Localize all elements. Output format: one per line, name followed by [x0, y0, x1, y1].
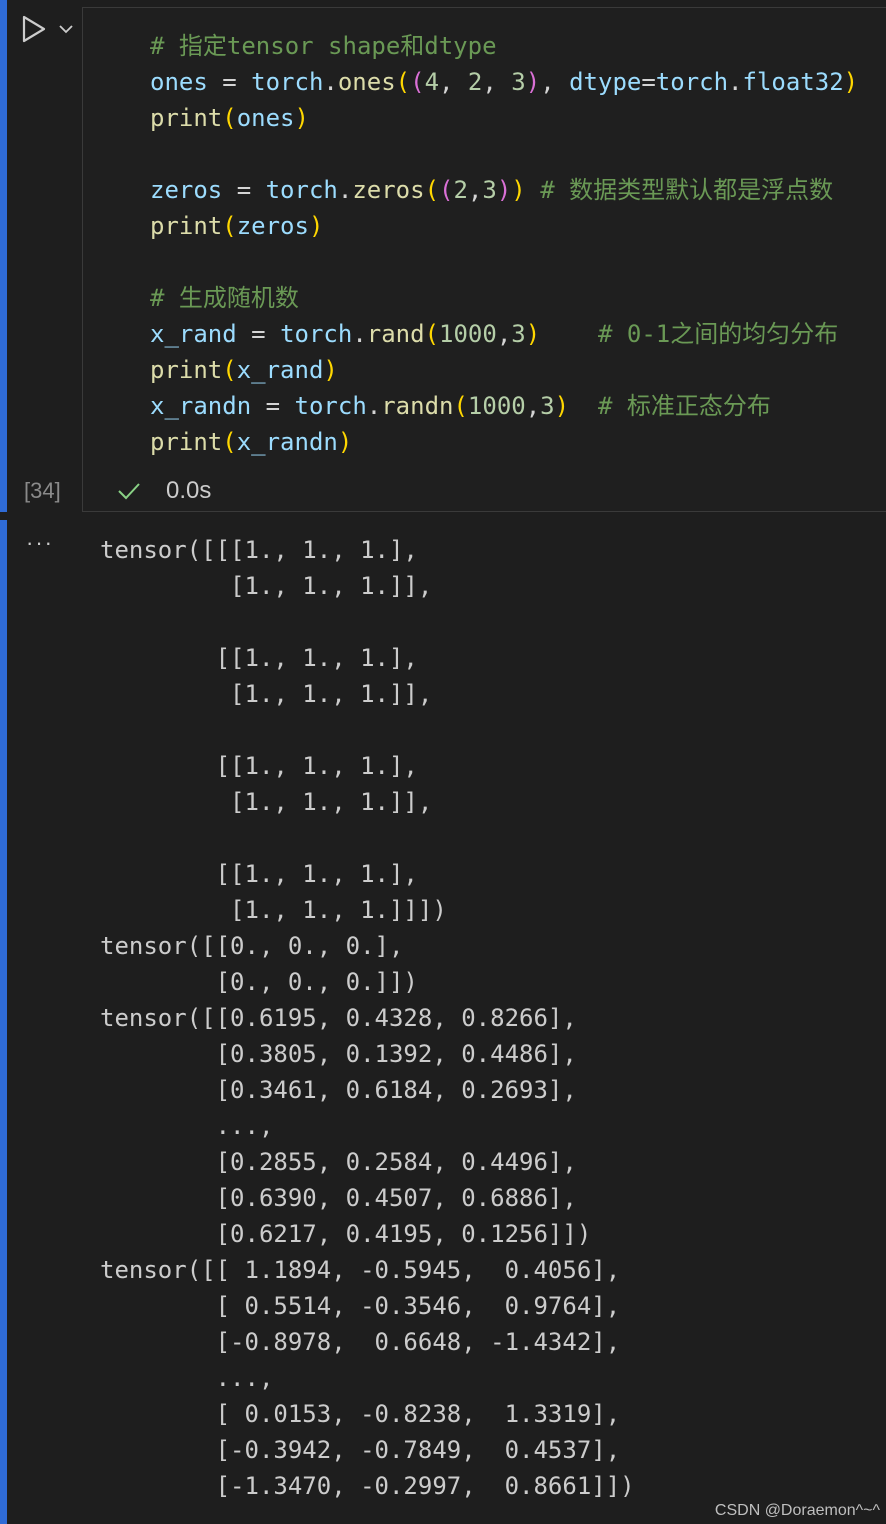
code-line: # 生成随机数	[150, 284, 299, 312]
code-line: print(x_rand)	[150, 356, 338, 384]
code-line: x_rand = torch.rand(1000,3) # 0-1之间的均匀分布	[150, 320, 839, 348]
code-line: print(x_randn)	[150, 428, 353, 456]
output-line: tensor([[ 1.1894, -0.5945, 0.4056],	[100, 1256, 621, 1284]
output-line: [0.3805, 0.1392, 0.4486],	[100, 1040, 577, 1068]
cell-output: tensor([[[1., 1., 1.], [1., 1., 1.]], [[…	[100, 532, 635, 1504]
execution-time: 0.0s	[166, 477, 212, 504]
output-line: [1., 1., 1.]]])	[100, 896, 447, 924]
cell-bar-separator	[0, 512, 7, 520]
output-line: [[1., 1., 1.],	[100, 860, 418, 888]
output-line: [0.6217, 0.4195, 0.1256]])	[100, 1220, 592, 1248]
code-line: # 指定tensor shape和dtype	[150, 32, 497, 60]
run-cell-icon[interactable]	[20, 14, 48, 44]
execution-count: [34]	[24, 478, 61, 503]
output-more-actions-button[interactable]: ···	[26, 530, 54, 556]
watermark: CSDN @Doraemon^~^	[714, 1502, 880, 1519]
output-line: [0.2855, 0.2584, 0.4496],	[100, 1148, 577, 1176]
code-line: print(zeros)	[150, 212, 324, 240]
output-line: [1., 1., 1.]],	[100, 680, 433, 708]
output-line: [1., 1., 1.]],	[100, 788, 433, 816]
code-content[interactable]: # 指定tensor shape和dtype ones = torch.ones…	[150, 28, 858, 460]
output-line: [[1., 1., 1.],	[100, 644, 418, 672]
output-line: ...,	[100, 1364, 274, 1392]
code-line: print(ones)	[150, 104, 309, 132]
chevron-down-icon[interactable]	[57, 20, 75, 38]
output-line: [[1., 1., 1.],	[100, 752, 418, 780]
code-line: zeros = torch.zeros((2,3)) # 数据类型默认都是浮点数	[150, 176, 834, 204]
output-line: ...,	[100, 1112, 274, 1140]
output-line: [ 0.5514, -0.3546, 0.9764],	[100, 1292, 621, 1320]
output-line: [-0.3942, -0.7849, 0.4537],	[100, 1436, 621, 1464]
output-line: [ 0.0153, -0.8238, 1.3319],	[100, 1400, 621, 1428]
code-line: x_randn = torch.randn(1000,3) # 标准正态分布	[150, 392, 771, 420]
output-line: tensor([[0.6195, 0.4328, 0.8266],	[100, 1004, 577, 1032]
output-line: [0., 0., 0.]])	[100, 968, 418, 996]
output-line: [1., 1., 1.]],	[100, 572, 433, 600]
output-line: tensor([[[1., 1., 1.],	[100, 536, 418, 564]
code-line: ones = torch.ones((4, 2, 3), dtype=torch…	[150, 68, 859, 96]
cell-focus-bar	[0, 0, 7, 1524]
output-line: [-1.3470, -0.2997, 0.8661]])	[100, 1472, 635, 1500]
output-line: [0.6390, 0.4507, 0.6886],	[100, 1184, 577, 1212]
output-line: [-0.8978, 0.6648, -1.4342],	[100, 1328, 621, 1356]
output-line: [0.3461, 0.6184, 0.2693],	[100, 1076, 577, 1104]
success-check-icon	[118, 483, 140, 500]
output-line: tensor([[0., 0., 0.],	[100, 932, 404, 960]
